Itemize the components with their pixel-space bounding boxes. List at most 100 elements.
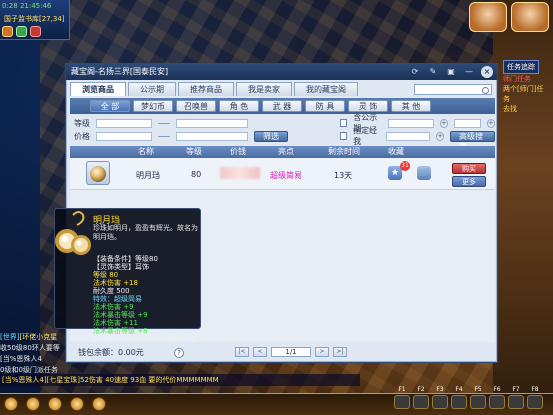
fkey-f5[interactable]: F5 (470, 386, 486, 412)
hotbar-icon[interactable] (92, 397, 106, 411)
attr-line: 特效：超级简易 (93, 295, 142, 303)
table-header: 名称 等级 价钱 亮点 剩余时间 收藏 (70, 146, 495, 158)
attr-line: 法术暴击等级 +8 (93, 327, 148, 335)
close-icon[interactable]: × (481, 66, 493, 78)
attr-line: 【装备条件】等级80 (93, 255, 158, 263)
tab-public[interactable]: 公示期 (128, 82, 176, 96)
price-max-input[interactable] (176, 131, 248, 141)
task-tracker-tab[interactable]: 任务追踪 (503, 60, 539, 74)
wallet-balance: 钱包余额：0.00元 (78, 348, 144, 357)
task-tracker-text: 师门任务 两个[师门]任务 去找 (503, 75, 544, 113)
function-keys: F1 F2 F3 F4 F5 F6 F7 F8 (394, 386, 543, 412)
player-avatar[interactable] (511, 2, 549, 32)
public-checkbox[interactable] (340, 119, 348, 127)
help-icon[interactable]: ? (174, 348, 184, 358)
item-remaining: 13天 (334, 171, 353, 180)
attr-line: 法术伤害 +9 (93, 303, 134, 311)
more-button[interactable]: 更多 (452, 176, 486, 187)
favorite-count-badge: 31 (400, 161, 410, 171)
col-favorite: 收藏 (388, 147, 404, 156)
price-min-input[interactable] (96, 131, 152, 141)
col-level: 等级 (186, 147, 202, 156)
last-page-button[interactable]: >| (333, 347, 347, 357)
fkey-f4[interactable]: F4 (451, 386, 467, 412)
tab-recommended[interactable]: 推荐商品 (178, 82, 234, 96)
item-tooltip: 明月珰 珍珠如明月，盈盈有辉光。故名为明月珰。 【装备条件】等级80 【灵饰类型… (54, 208, 201, 343)
page-indicator: 1/1 (271, 347, 311, 357)
category-pets[interactable]: 召唤兽 (176, 100, 216, 112)
category-currency[interactable]: 梦幻币 (133, 100, 173, 112)
minimap-panel[interactable]: 0:28 21:45:46 国子监书库[27,34] (0, 0, 70, 40)
col-remaining: 剩余时间 (328, 147, 360, 156)
location-label: 国子监书库[27,34] (4, 15, 65, 23)
pagination: |< < 1/1 > >| (235, 347, 347, 357)
specified-checkbox[interactable] (340, 132, 348, 140)
pet-avatar[interactable] (469, 2, 507, 32)
first-page-button[interactable]: |< (235, 347, 249, 357)
earring-item-icon[interactable] (86, 161, 110, 185)
cart-icon[interactable]: 🛒 (417, 166, 431, 180)
fkey-f2[interactable]: F2 (413, 386, 429, 412)
time-coords: 0:28 21:45:46 (2, 2, 52, 10)
category-weapons[interactable]: 武 器 (262, 100, 302, 112)
attr-line: 【灵饰类型】耳饰 (93, 263, 149, 271)
edit-icon[interactable]: ✎ (427, 66, 439, 78)
level-max-input[interactable] (176, 118, 248, 128)
buy-button[interactable]: 购买 (452, 163, 486, 174)
specified-input[interactable] (386, 131, 431, 141)
col-price: 价钱 (230, 147, 246, 156)
minimize-icon[interactable]: — (463, 66, 475, 78)
attr-line: 法术伤害 +18 (93, 279, 138, 287)
tab-seller[interactable]: 我是卖家 (236, 82, 292, 96)
search-input[interactable] (414, 84, 492, 95)
attr-line: 法术伤害 +11 (93, 319, 138, 327)
public-input-2[interactable] (454, 118, 481, 128)
attr-line: 法术暴击等级 +9 (93, 311, 148, 319)
category-accessories[interactable]: 灵 饰 (348, 100, 388, 112)
fkey-f6[interactable]: F6 (489, 386, 505, 412)
tab-my-pavilion[interactable]: 我的藏宝阁 (294, 82, 358, 96)
col-highlight: 亮点 (278, 147, 294, 156)
item-level: 80 (191, 170, 202, 179)
window-footer: 钱包余额：0.00元 ? |< < 1/1 > >| (70, 346, 495, 360)
category-all[interactable]: 全 部 (90, 100, 130, 112)
lock-icon[interactable]: ▣ (445, 66, 457, 78)
level-label: 等级 (74, 118, 90, 128)
prev-page-button[interactable]: < (253, 347, 267, 357)
shop-icon[interactable] (16, 26, 27, 37)
attr-line: 耐久度 500 (93, 287, 130, 295)
fkey-f7[interactable]: F7 (508, 386, 524, 412)
category-characters[interactable]: 角 色 (219, 100, 259, 112)
plus-icon[interactable]: + (439, 118, 449, 128)
filter-button[interactable]: 筛选 (254, 130, 288, 142)
next-page-button[interactable]: > (315, 347, 329, 357)
hotbar-icon[interactable] (4, 397, 18, 411)
chat-broadcast: [当%恩殊人4][七星宝珠]52伤害 40速度 93血 要的代价MMMMMMM (0, 374, 360, 386)
plus-icon[interactable]: + (486, 118, 495, 128)
tab-browse[interactable]: 浏览商品 (70, 82, 126, 96)
refresh-icon[interactable]: ⟳ (409, 66, 421, 78)
specified-label: 指定经我 (353, 126, 378, 146)
item-price-hidden (220, 167, 260, 179)
advanced-search-button[interactable]: 高级搜索 (450, 130, 495, 151)
category-armor[interactable]: 防 具 (305, 100, 345, 112)
gift-icon[interactable] (30, 26, 41, 37)
item-name: 明月珰 (136, 171, 160, 180)
hotbar-icon[interactable] (26, 397, 40, 411)
category-other[interactable]: 其 他 (391, 100, 431, 112)
fkey-f3[interactable]: F3 (432, 386, 448, 412)
attr-line: 等级 80 (93, 271, 119, 279)
table-row[interactable]: 明月珰 80 超级简易 13天 ★ 31 🛒 购买 更多 (70, 158, 495, 190)
hotbar-icon[interactable] (48, 397, 62, 411)
tooltip-description: 珍珠如明月，盈盈有辉光。故名为明月珰。 (93, 224, 198, 241)
plus-icon[interactable]: + (436, 131, 445, 141)
hotbar-icon[interactable] (70, 397, 84, 411)
fkey-f8[interactable]: F8 (527, 386, 543, 412)
window-titlebar[interactable]: 藏宝阁-名扬三界[国泰民安] ⟳ ✎ ▣ — × (66, 64, 497, 80)
window-title: 藏宝阁-名扬三界[国泰民安] (71, 67, 169, 76)
fkey-f1[interactable]: F1 (394, 386, 410, 412)
item-highlight: 超级简易 (270, 171, 302, 180)
bag-icon[interactable] (2, 26, 13, 37)
public-input[interactable] (387, 118, 434, 128)
level-min-input[interactable] (96, 118, 152, 128)
